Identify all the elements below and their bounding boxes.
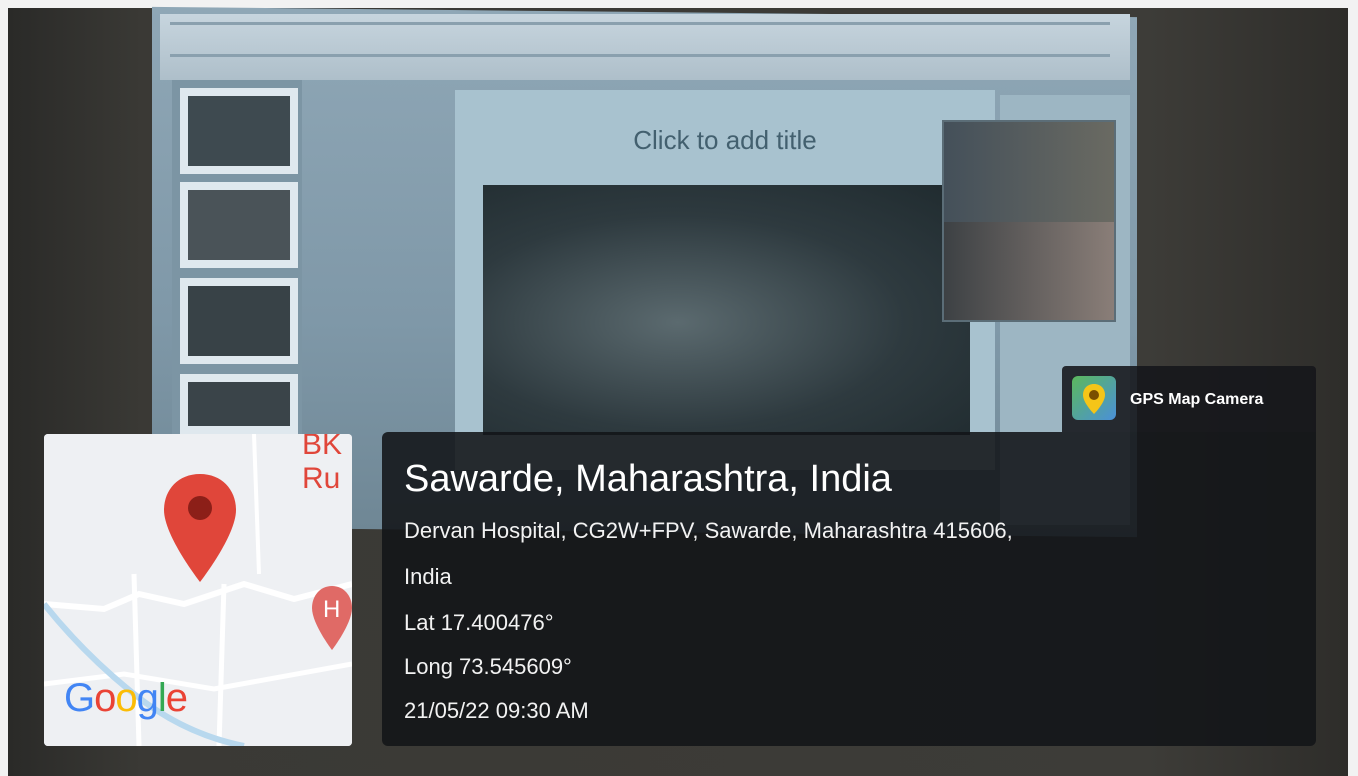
ribbon-divider bbox=[170, 22, 1110, 25]
right-border bbox=[1348, 0, 1358, 776]
slide-thumbnail bbox=[180, 88, 298, 174]
address-line-1: Dervan Hospital, CG2W+FPV, Sawarde, Maha… bbox=[404, 518, 1013, 543]
webcam-overlay bbox=[942, 120, 1116, 322]
location-title: Sawarde, Maharashtra, India bbox=[404, 458, 892, 500]
address-line-2: India bbox=[404, 564, 452, 589]
slide-title-placeholder: Click to add title bbox=[633, 125, 817, 155]
gps-map-camera-badge: GPS Map Camera bbox=[1062, 366, 1316, 432]
left-border bbox=[0, 0, 8, 776]
map-thumbnail: H BK Ru Google bbox=[44, 434, 352, 746]
webcam-feed-bottom bbox=[944, 222, 1114, 320]
gps-map-camera-icon bbox=[1072, 376, 1116, 420]
hospital-marker-icon: H bbox=[312, 586, 352, 650]
slide-thumbnail bbox=[180, 374, 298, 434]
hospital-marker-letter: H bbox=[323, 596, 340, 623]
ribbon-divider bbox=[170, 54, 1110, 57]
location-info-card: Sawarde, Maharashtra, India Dervan Hospi… bbox=[382, 432, 1316, 746]
map-place-label-line2: Ru bbox=[302, 462, 341, 495]
map-place-label-line1: BK bbox=[302, 434, 343, 461]
gps-app-name: GPS Map Camera bbox=[1130, 391, 1264, 408]
latitude-text: Lat 17.400476° bbox=[404, 610, 554, 635]
google-logo: Google bbox=[64, 676, 188, 720]
slide-thumbnail bbox=[180, 278, 298, 364]
slide-photo bbox=[483, 185, 970, 435]
slide-thumbnail bbox=[180, 182, 298, 268]
webcam-feed-top bbox=[944, 122, 1114, 222]
longitude-text: Long 73.545609° bbox=[404, 654, 572, 679]
photo-frame: Click to add title H BK Ru Google GPS Ma… bbox=[0, 0, 1358, 776]
datetime-text: 21/05/22 09:30 AM bbox=[404, 698, 589, 723]
map-pin-icon bbox=[164, 474, 236, 582]
